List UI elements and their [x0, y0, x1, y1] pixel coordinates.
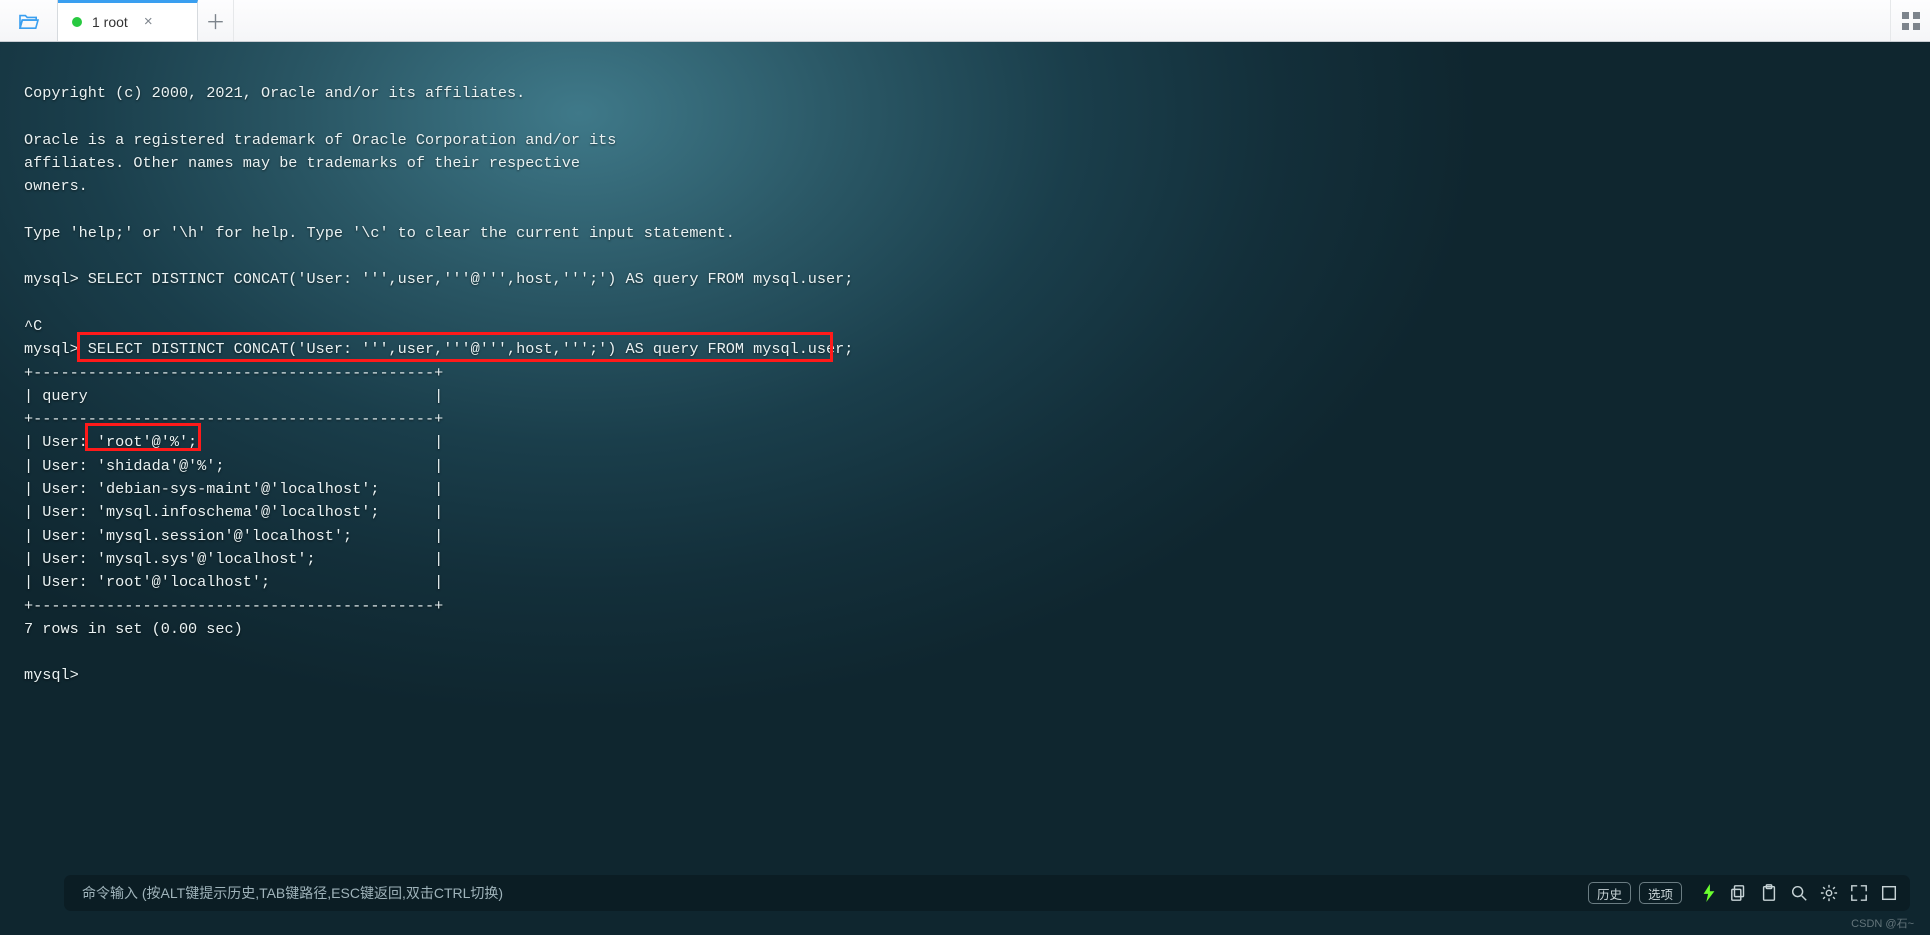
terminal-line	[24, 292, 853, 315]
terminal-line: | query |	[24, 385, 853, 408]
terminal-line: +---------------------------------------…	[24, 362, 853, 385]
tabbar-spacer	[234, 0, 1890, 41]
terminal-line: | User: 'root'@'%'; |	[24, 431, 853, 454]
tab-label: 1 root	[92, 14, 128, 30]
terminal-line: | User: 'debian-sys-maint'@'localhost'; …	[24, 478, 853, 501]
tab-close-button[interactable]: ×	[144, 13, 153, 30]
terminal-line: +---------------------------------------…	[24, 595, 853, 618]
history-button[interactable]: 历史	[1588, 882, 1631, 904]
bolt-icon[interactable]	[1700, 884, 1718, 902]
command-bar-icons	[1700, 884, 1898, 902]
terminal-line: | User: 'root'@'localhost'; |	[24, 571, 853, 594]
command-input[interactable]: 命令输入 (按ALT键提示历史,TAB键路径,ESC键返回,双击CTRL切换)	[82, 883, 1588, 903]
terminal-line: mysql> SELECT DISTINCT CONCAT('User: '''…	[24, 338, 853, 361]
new-tab-button[interactable]: ＋	[198, 0, 234, 41]
terminal-line: +---------------------------------------…	[24, 408, 853, 431]
expand-icon[interactable]	[1850, 884, 1868, 902]
terminal-line: | User: 'mysql.sys'@'localhost'; |	[24, 548, 853, 571]
settings-gear-icon[interactable]	[1820, 884, 1838, 902]
terminal-line	[24, 198, 853, 221]
tab-bar: 1 root × ＋	[0, 0, 1930, 42]
terminal-line: mysql> SELECT DISTINCT CONCAT('User: '''…	[24, 268, 853, 291]
command-bar-right: 历史 选项	[1588, 882, 1898, 904]
terminal-line	[24, 105, 853, 128]
copy-icon[interactable]	[1730, 884, 1748, 902]
terminal-line: ^C	[24, 315, 853, 338]
paste-icon[interactable]	[1760, 884, 1778, 902]
open-folder-button[interactable]	[0, 0, 58, 41]
tab-root[interactable]: 1 root ×	[58, 0, 198, 41]
terminal-line	[24, 245, 853, 268]
options-button[interactable]: 选项	[1639, 882, 1682, 904]
terminal-line: affiliates. Other names may be trademark…	[24, 152, 853, 175]
terminal-line: Type 'help;' or '\h' for help. Type '\c'…	[24, 222, 853, 245]
search-icon[interactable]	[1790, 884, 1808, 902]
terminal-line: owners.	[24, 175, 853, 198]
terminal-line: Copyright (c) 2000, 2021, Oracle and/or …	[24, 82, 853, 105]
terminal-line: mysql>	[24, 664, 853, 687]
terminal-line: 7 rows in set (0.00 sec)	[24, 618, 853, 641]
watermark: CSDN @石~	[1851, 915, 1914, 931]
terminal-line: | User: 'shidada'@'%'; |	[24, 455, 853, 478]
layout-grid-button[interactable]	[1890, 0, 1930, 41]
terminal-pane[interactable]: Copyright (c) 2000, 2021, Oracle and/or …	[0, 42, 1930, 935]
terminal-output: Copyright (c) 2000, 2021, Oracle and/or …	[24, 82, 853, 688]
terminal-line: Oracle is a registered trademark of Orac…	[24, 129, 853, 152]
terminal-line: | User: 'mysql.infoschema'@'localhost'; …	[24, 501, 853, 524]
grid-icon	[1902, 12, 1920, 30]
maximize-icon[interactable]	[1880, 884, 1898, 902]
command-bar: 命令输入 (按ALT键提示历史,TAB键路径,ESC键返回,双击CTRL切换) …	[64, 875, 1910, 911]
terminal-line	[24, 641, 853, 664]
terminal-line: | User: 'mysql.session'@'localhost'; |	[24, 525, 853, 548]
tab-status-dot-icon	[72, 17, 82, 27]
folder-open-icon	[18, 12, 40, 30]
